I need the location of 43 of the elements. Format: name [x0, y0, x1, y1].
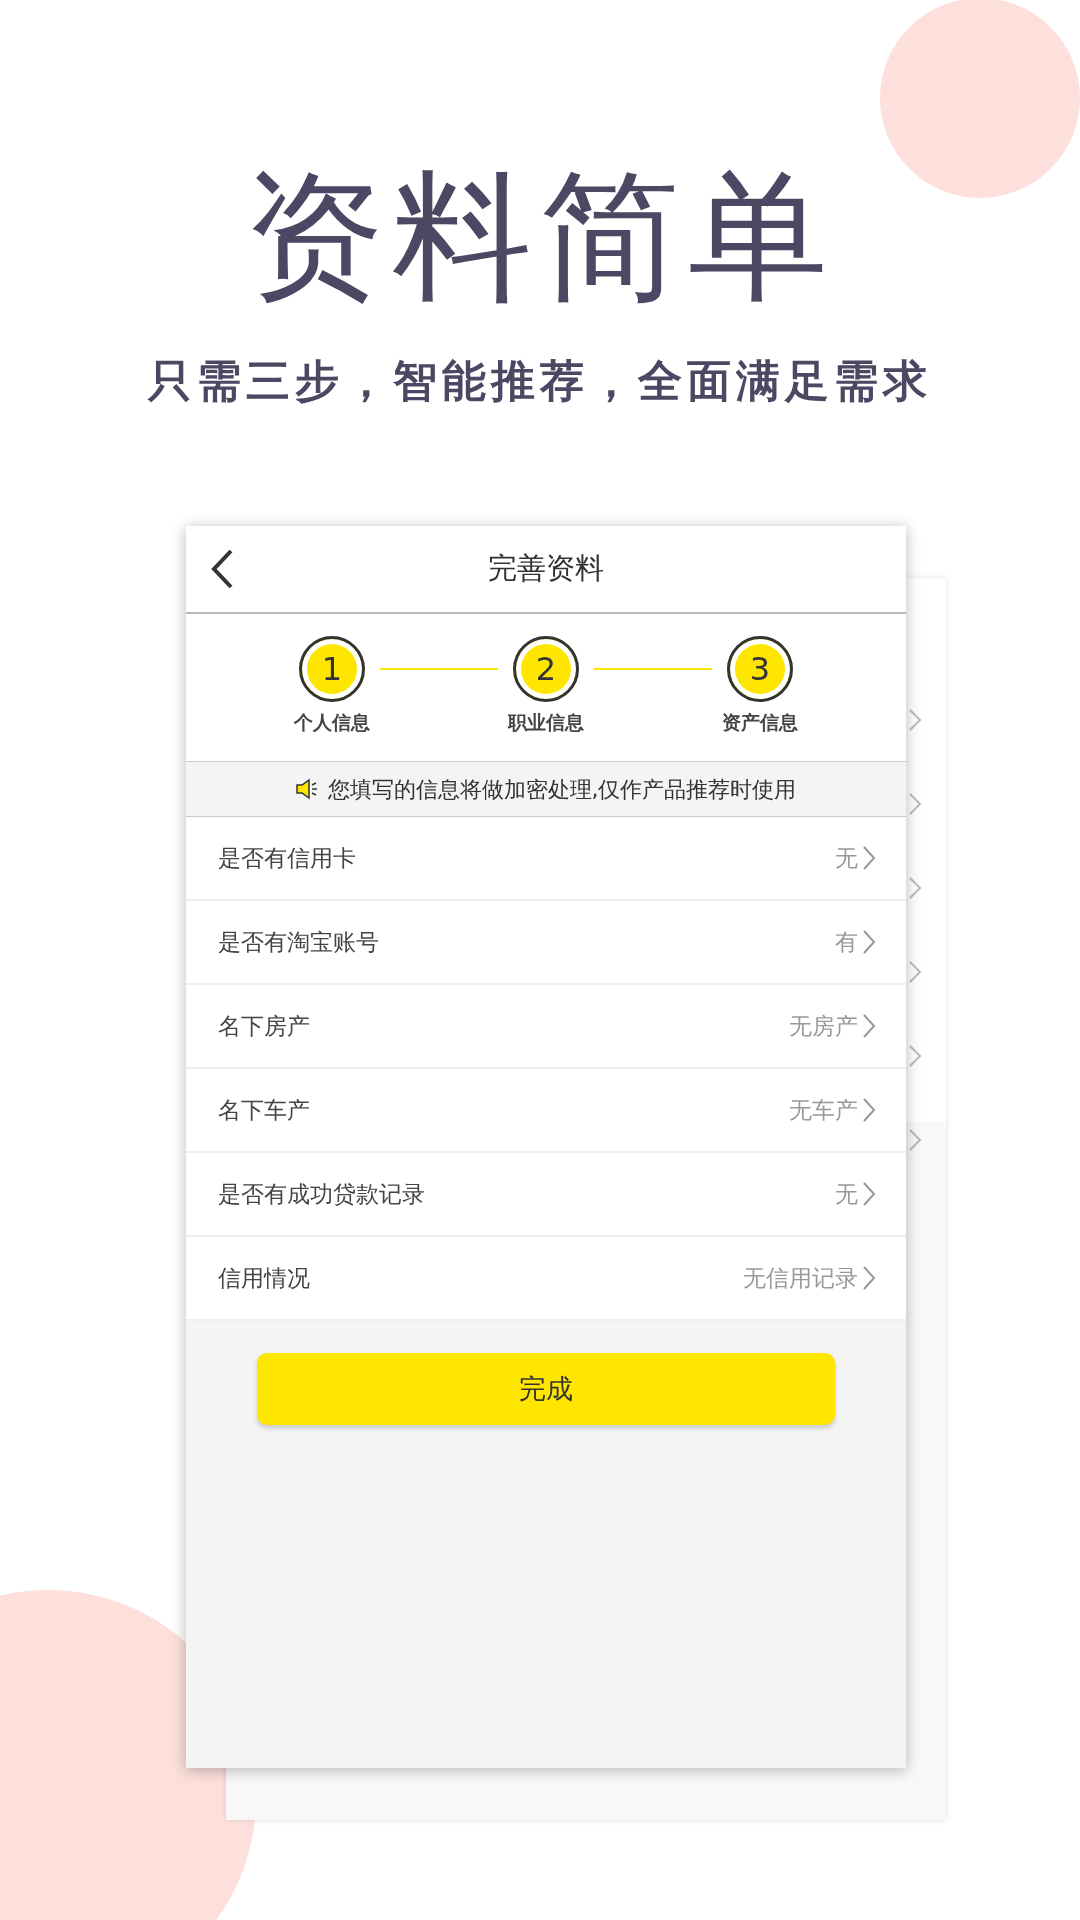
chevron-right-icon	[862, 1097, 876, 1123]
form-row[interactable]: 名下车产 无车产	[186, 1069, 906, 1153]
chevron-right-icon	[862, 1265, 876, 1291]
form-row[interactable]: 是否有淘宝账号 有	[186, 901, 906, 985]
chevron-right-icon	[908, 960, 922, 984]
step-label: 职业信息	[508, 710, 584, 735]
privacy-notice: 您填写的信息将做加密处理,仅作产品推荐时使用	[327, 775, 797, 804]
form-row[interactable]: 是否有成功贷款记录 无	[186, 1153, 906, 1237]
chevron-right-icon	[862, 1181, 876, 1207]
step-label: 个人信息	[294, 710, 370, 735]
step-number: 2	[513, 636, 579, 702]
field-label: 名下车产	[218, 1095, 310, 1125]
done-button[interactable]: 完成	[257, 1353, 835, 1425]
chevron-right-icon	[908, 876, 922, 900]
field-value: 无信用记录	[743, 1263, 858, 1293]
headline: 资料简单	[243, 160, 837, 314]
form-row[interactable]: 名下房产 无房产	[186, 985, 906, 1069]
subheadline: 只需三步，智能推荐，全面满足需求	[146, 354, 933, 408]
chevron-right-icon	[908, 1044, 922, 1068]
field-value: 无	[835, 1179, 858, 1209]
chevron-right-icon	[908, 792, 922, 816]
field-label: 信用情况	[218, 1263, 310, 1293]
chevron-right-icon	[908, 708, 922, 732]
chevron-right-icon	[908, 1128, 922, 1152]
step-number: 1	[299, 636, 365, 702]
form-row[interactable]: 信用情况 无信用记录	[186, 1237, 906, 1321]
chevron-right-icon	[862, 1013, 876, 1039]
step-number: 3	[727, 636, 793, 702]
screen-title: 完善资料	[488, 550, 604, 588]
field-value: 有	[835, 927, 858, 957]
speaker-icon	[295, 778, 318, 800]
form-row[interactable]: 是否有信用卡 无	[186, 817, 906, 901]
field-value: 无	[835, 843, 858, 873]
step-label: 资产信息	[722, 710, 798, 735]
chevron-right-icon	[862, 845, 876, 871]
field-label: 名下房产	[218, 1011, 310, 1041]
back-button[interactable]	[210, 548, 234, 590]
field-label: 是否有信用卡	[218, 843, 356, 873]
field-label: 是否有成功贷款记录	[218, 1179, 425, 1209]
field-value: 无房产	[789, 1011, 858, 1041]
field-label: 是否有淘宝账号	[218, 927, 379, 957]
chevron-right-icon	[862, 929, 876, 955]
field-value: 无车产	[789, 1095, 858, 1125]
